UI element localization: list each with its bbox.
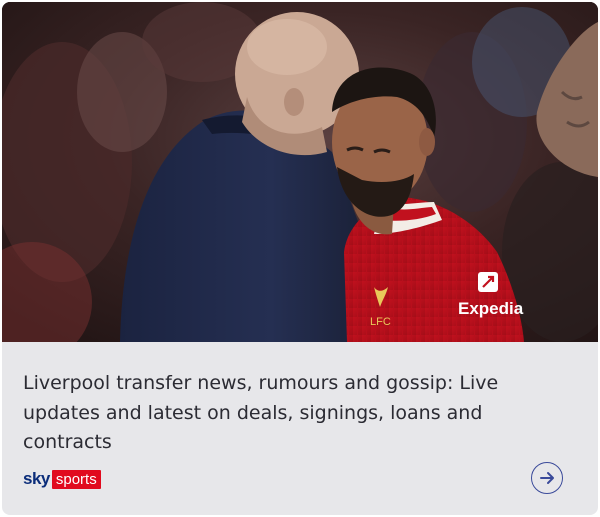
svg-text:Expedia: Expedia (458, 299, 524, 318)
article-content: Liverpool transfer news, rumours and gos… (2, 342, 598, 515)
article-headline[interactable]: Liverpool transfer news, rumours and gos… (23, 369, 563, 458)
article-card[interactable]: LFC Expedia Liverpool transfer news, rum… (2, 2, 598, 515)
article-photo: LFC Expedia (2, 2, 598, 342)
sky-sports-logo: sky sports (23, 468, 101, 490)
brand-sports-text: sports (51, 469, 101, 489)
salah-slot-embrace-image: LFC Expedia (2, 2, 598, 342)
arrow-right-icon (540, 472, 554, 484)
svg-text:LFC: LFC (370, 316, 391, 328)
open-article-button[interactable] (531, 462, 563, 494)
brand-sky-text: sky (23, 469, 50, 488)
